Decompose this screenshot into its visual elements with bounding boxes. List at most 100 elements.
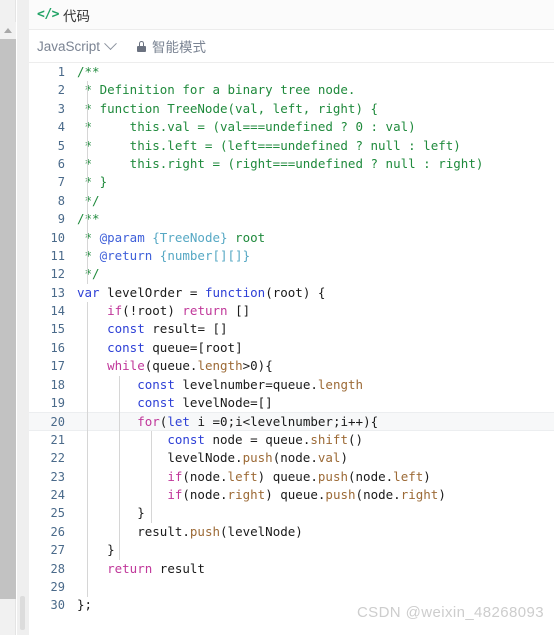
page-scrollbar[interactable]: [0, 0, 16, 635]
code-line[interactable]: 26 result.push(levelNode): [29, 523, 554, 541]
watermark-text: CSDN @weixin_48268093: [356, 604, 544, 621]
editor-shell: </> 代码 JavaScript 智能模式 1 /** 2 * Definitio…: [29, 0, 554, 635]
line-number: 17: [50, 359, 65, 374]
code-line[interactable]: 20 for(let i =0;i<levelnumber;i++){: [29, 412, 554, 431]
scrollbar-up-arrow-button[interactable]: [0, 22, 16, 39]
line-number: 1: [57, 65, 65, 79]
smart-mode-indicator[interactable]: 智能模式: [137, 36, 206, 56]
indent-guide: [87, 302, 88, 597]
code-line-text: return result: [107, 560, 205, 576]
code-line[interactable]: 6 * this.right = (right===undefined ? nu…: [29, 155, 554, 173]
line-number: 14: [50, 304, 65, 319]
code-line-text: const node = queue.shift(): [167, 431, 364, 447]
code-line-text: levelNode.push(node.val): [167, 450, 348, 466]
code-line-text: }: [137, 505, 145, 521]
code-line-text: const queue=[root]: [107, 339, 243, 355]
code-line[interactable]: 27 }: [29, 541, 554, 559]
code-line[interactable]: 13 var levelOrder = function(root) {: [29, 284, 554, 302]
line-number: 12: [50, 267, 65, 282]
line-number: 2: [57, 83, 65, 98]
code-line[interactable]: 1 /**: [29, 63, 554, 81]
line-number: 24: [50, 487, 65, 502]
line-number: 16: [50, 340, 65, 355]
editor-toolbar: JavaScript 智能模式: [29, 30, 554, 63]
line-number: 22: [50, 451, 65, 466]
line-number: 9: [57, 212, 65, 227]
code-line[interactable]: 28 return result: [29, 560, 554, 578]
line-number: 30: [50, 598, 65, 613]
code-line-text: /**: [77, 64, 100, 79]
code-line-text: result.push(levelNode): [137, 523, 303, 539]
line-number: 13: [50, 285, 65, 300]
line-number: 5: [57, 138, 65, 153]
page-title: 代码: [62, 8, 90, 24]
line-number: 3: [57, 101, 65, 116]
code-line[interactable]: 19 const levelNode=[]: [29, 394, 554, 412]
code-line[interactable]: 14 if(!root) return []: [29, 302, 554, 320]
line-number: 19: [50, 396, 65, 411]
code-line[interactable]: 5 * this.left = (left===undefined ? null…: [29, 137, 554, 155]
code-panel-header: </> 代码: [29, 0, 554, 30]
code-line[interactable]: 18 const levelnumber=queue.length: [29, 376, 554, 394]
code-line-text: * this.left = (left===undefined ? null :…: [77, 137, 461, 153]
language-label: JavaScript: [37, 38, 101, 54]
line-number: 6: [57, 156, 65, 171]
code-line-text: const levelnumber=queue.length: [137, 376, 364, 392]
lock-icon: [137, 40, 147, 52]
code-line-text: * @param {TreeNode} root: [77, 229, 266, 245]
line-number: 11: [50, 248, 65, 263]
code-tag-icon: </>: [37, 7, 59, 22]
secondary-scroll-thumb[interactable]: [20, 596, 25, 630]
code-line-text: */: [77, 192, 100, 208]
secondary-scroll-track[interactable]: [17, 0, 29, 635]
code-line-text: if(!root) return []: [107, 303, 251, 319]
code-line-text: * }: [77, 174, 108, 190]
code-editor-area[interactable]: 1 /** 2 * Definition for a binary tree nod…: [29, 63, 554, 635]
chevron-down-icon: [104, 36, 117, 50]
code-line[interactable]: 25 }: [29, 504, 554, 522]
code-line[interactable]: 12 */: [29, 265, 554, 283]
code-line[interactable]: 17 while(queue.length>0){: [29, 357, 554, 375]
code-line-text: }: [107, 542, 115, 558]
code-line-text: /**: [77, 211, 100, 227]
line-number: 25: [50, 506, 65, 521]
code-line[interactable]: 15 const result= []: [29, 320, 554, 338]
code-line[interactable]: 29: [29, 578, 554, 596]
code-line-text: * Definition for a binary tree node.: [77, 82, 356, 98]
line-number: 15: [50, 322, 65, 337]
code-line-text: * this.right = (right===undefined ? null…: [77, 155, 484, 171]
line-number: 7: [57, 175, 65, 190]
language-selector[interactable]: JavaScript: [37, 36, 117, 54]
code-line[interactable]: 10 * @param {TreeNode} root: [29, 229, 554, 247]
code-viewer-app: </> 代码 JavaScript 智能模式 1 /** 2 * Definitio…: [0, 0, 554, 635]
line-number: 4: [57, 120, 65, 135]
line-number: 29: [50, 579, 65, 594]
line-number: 8: [57, 193, 65, 208]
code-line[interactable]: 16 const queue=[root]: [29, 339, 554, 357]
code-line[interactable]: 4 * this.val = (val===undefined ? 0 : va…: [29, 118, 554, 136]
code-line-text: const levelNode=[]: [137, 395, 273, 411]
line-number: 23: [50, 469, 65, 484]
code-line[interactable]: 9 /**: [29, 210, 554, 228]
line-number: 28: [50, 561, 65, 576]
code-line[interactable]: 7 * }: [29, 173, 554, 191]
code-line[interactable]: 8 */: [29, 192, 554, 210]
code-line[interactable]: 11 * @return {number[][]}: [29, 247, 554, 265]
code-line-text: */: [77, 266, 100, 282]
code-line-text: const result= []: [107, 321, 228, 337]
code-line-text: while(queue.length>0){: [107, 358, 273, 374]
code-line[interactable]: 3 * function TreeNode(val, left, right) …: [29, 100, 554, 118]
indent-guide: [87, 81, 88, 284]
code-line-text: * function TreeNode(val, left, right) {: [77, 100, 379, 116]
chevron-up-icon: [4, 28, 12, 33]
code-line[interactable]: 24 if(node.right) queue.push(node.right): [29, 486, 554, 504]
code-line[interactable]: 22 levelNode.push(node.val): [29, 449, 554, 467]
code-line[interactable]: 21 const node = queue.shift(): [29, 431, 554, 449]
code-line[interactable]: 23 if(node.left) queue.push(node.left): [29, 468, 554, 486]
code-line-text: if(node.left) queue.push(node.left): [167, 468, 431, 484]
scrollbar-thumb[interactable]: [0, 39, 16, 599]
code-line-text: var levelOrder = function(root) {: [77, 284, 326, 300]
code-line-text: if(node.right) queue.push(node.right): [167, 486, 446, 502]
code-line[interactable]: 2 * Definition for a binary tree node.: [29, 81, 554, 99]
